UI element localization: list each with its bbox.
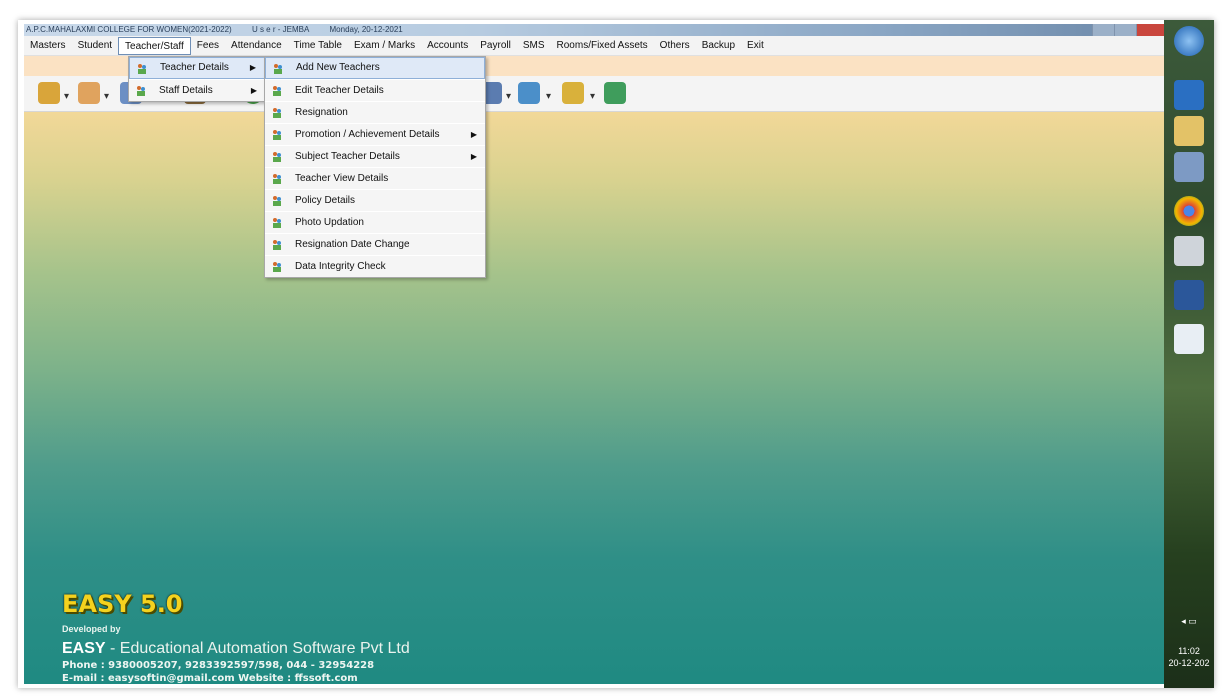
menu-item-policy-details[interactable]: Policy Details	[265, 189, 485, 211]
teacher-details-menu: Add New Teachers Edit Teacher Details Re…	[264, 56, 486, 278]
chevron-right-icon: ▶	[249, 63, 256, 72]
menu-item-label: Policy Details	[295, 195, 356, 206]
menu-item-resignation[interactable]: Resignation	[265, 101, 485, 123]
company-bold: EASY	[62, 640, 106, 657]
menu-rooms-fixed-assets[interactable]: Rooms/Fixed Assets	[551, 37, 654, 55]
menu-item-photo-updation[interactable]: Photo Updation	[265, 211, 485, 233]
menu-bar: Masters Student Teacher/Staff Fees Atten…	[24, 36, 1164, 56]
menu-item-edit-teacher-details[interactable]: Edit Teacher Details	[265, 79, 485, 101]
menu-item-label: Add New Teachers	[296, 62, 380, 73]
menu-item-label: Edit Teacher Details	[295, 85, 384, 96]
people-icon	[273, 152, 281, 162]
chevron-right-icon: ▶	[470, 130, 477, 139]
toolbar-dropdown-icon[interactable]: ▾	[506, 91, 511, 102]
menu-others[interactable]: Others	[654, 37, 696, 55]
developed-by-label: Developed by	[62, 624, 121, 634]
brand-block: EASY 5.0 Developed by EASY - Educational…	[62, 590, 410, 684]
chevron-right-icon: ▶	[250, 86, 257, 95]
menu-time-table[interactable]: Time Table	[288, 37, 348, 55]
people-icon	[137, 86, 145, 96]
gift-icon[interactable]	[38, 82, 60, 104]
minimize-button[interactable]	[1092, 24, 1114, 36]
media-player-icon[interactable]	[1174, 80, 1204, 110]
phone-line: Phone : 9380005207, 9283392597/598, 044 …	[62, 660, 375, 671]
windows-taskbar: ◂ ▭ 11:02 20-12-202	[1164, 20, 1214, 688]
word-icon[interactable]	[1174, 280, 1204, 310]
paint-icon[interactable]	[1174, 152, 1204, 182]
menu-exam-marks[interactable]: Exam / Marks	[348, 37, 421, 55]
people-icon	[138, 64, 146, 74]
menu-exit[interactable]: Exit	[741, 37, 770, 55]
menu-item-data-integrity-check[interactable]: Data Integrity Check	[265, 255, 485, 277]
menu-item-teacher-details[interactable]: Teacher Details ▶	[129, 57, 265, 79]
menu-accounts[interactable]: Accounts	[421, 37, 474, 55]
menu-item-label: Resignation	[295, 107, 348, 118]
exit-door-icon[interactable]	[604, 82, 626, 104]
company-rest: - Educational Automation Software Pvt Lt…	[105, 640, 410, 657]
company-name: EASY - Educational Automation Software P…	[62, 640, 410, 658]
menu-student[interactable]: Student	[72, 37, 118, 55]
title-college: A.P.C.MAHALAXMI COLLEGE FOR WOMEN(2021-2…	[26, 25, 232, 34]
menu-teacher-staff[interactable]: Teacher/Staff	[118, 36, 191, 55]
people-icon	[273, 174, 281, 184]
teacher-staff-menu: Teacher Details ▶ Staff Details ▶	[128, 56, 266, 102]
window-controls	[1092, 24, 1164, 36]
people-icon	[273, 86, 281, 96]
menu-attendance[interactable]: Attendance	[225, 37, 288, 55]
title-bar: A.P.C.MAHALAXMI COLLEGE FOR WOMEN(2021-2…	[24, 24, 1164, 36]
menu-backup[interactable]: Backup	[696, 37, 741, 55]
menu-item-teacher-view-details[interactable]: Teacher View Details	[265, 167, 485, 189]
easy-app-icon[interactable]	[1174, 324, 1204, 354]
screenshot-frame: A.P.C.MAHALAXMI COLLEGE FOR WOMEN(2021-2…	[18, 20, 1214, 688]
taskbar-time[interactable]: 11:02	[1164, 646, 1214, 656]
toolbar-dropdown-icon[interactable]: ▾	[590, 91, 595, 102]
chevron-right-icon: ▶	[470, 152, 477, 161]
chart-icon[interactable]	[518, 82, 540, 104]
menu-item-label: Teacher Details	[160, 62, 229, 73]
app-window: A.P.C.MAHALAXMI COLLEGE FOR WOMEN(2021-2…	[24, 24, 1164, 684]
people-icon	[273, 108, 281, 118]
student-icon[interactable]	[78, 82, 100, 104]
explorer-folder-icon[interactable]	[1174, 116, 1204, 146]
menu-item-promotion-achievement[interactable]: Promotion / Achievement Details ▶	[265, 123, 485, 145]
menu-item-resignation-date-change[interactable]: Resignation Date Change	[265, 233, 485, 255]
people-icon	[273, 262, 281, 272]
product-name: EASY 5.0	[62, 590, 183, 618]
menu-item-add-new-teachers[interactable]: Add New Teachers	[265, 57, 485, 79]
title-date: Monday, 20-12-2021	[329, 25, 403, 34]
people-icon	[273, 218, 281, 228]
maximize-button[interactable]	[1114, 24, 1136, 36]
people-icon	[273, 130, 281, 140]
menu-item-subject-teacher-details[interactable]: Subject Teacher Details ▶	[265, 145, 485, 167]
menu-item-label: Photo Updation	[295, 217, 364, 228]
notification-icons[interactable]: ◂ ▭	[1164, 616, 1214, 627]
menu-item-label: Teacher View Details	[295, 173, 389, 184]
menu-item-staff-details[interactable]: Staff Details ▶	[129, 79, 265, 101]
menu-fees[interactable]: Fees	[191, 37, 225, 55]
settings-gear-icon[interactable]	[562, 82, 584, 104]
menu-sms[interactable]: SMS	[517, 37, 551, 55]
taskbar-date[interactable]: 20-12-202	[1164, 658, 1214, 668]
people-icon	[273, 240, 281, 250]
start-button-icon[interactable]	[1174, 26, 1204, 56]
menu-payroll[interactable]: Payroll	[474, 37, 517, 55]
scanner-icon[interactable]	[1174, 236, 1204, 266]
menu-item-label: Subject Teacher Details	[295, 151, 400, 162]
menu-item-label: Data Integrity Check	[295, 261, 386, 272]
people-icon	[273, 196, 281, 206]
title-user: U s e r - JEMBA	[251, 25, 310, 34]
desktop-background: EASY 5.0 Developed by EASY - Educational…	[24, 112, 1164, 684]
menu-masters[interactable]: Masters	[24, 37, 72, 55]
menu-item-label: Staff Details	[159, 85, 213, 96]
menu-item-label: Promotion / Achievement Details	[295, 129, 440, 140]
toolbar-dropdown-icon[interactable]: ▾	[104, 91, 109, 102]
people-icon	[274, 64, 282, 74]
email-website-line: E-mail : easysoftin@gmail.com Website : …	[62, 673, 358, 684]
chrome-icon[interactable]	[1174, 196, 1204, 226]
toolbar-dropdown-icon[interactable]: ▾	[64, 91, 69, 102]
menu-item-label: Resignation Date Change	[295, 239, 410, 250]
toolbar-dropdown-icon[interactable]: ▾	[546, 91, 551, 102]
close-button[interactable]	[1136, 24, 1164, 36]
